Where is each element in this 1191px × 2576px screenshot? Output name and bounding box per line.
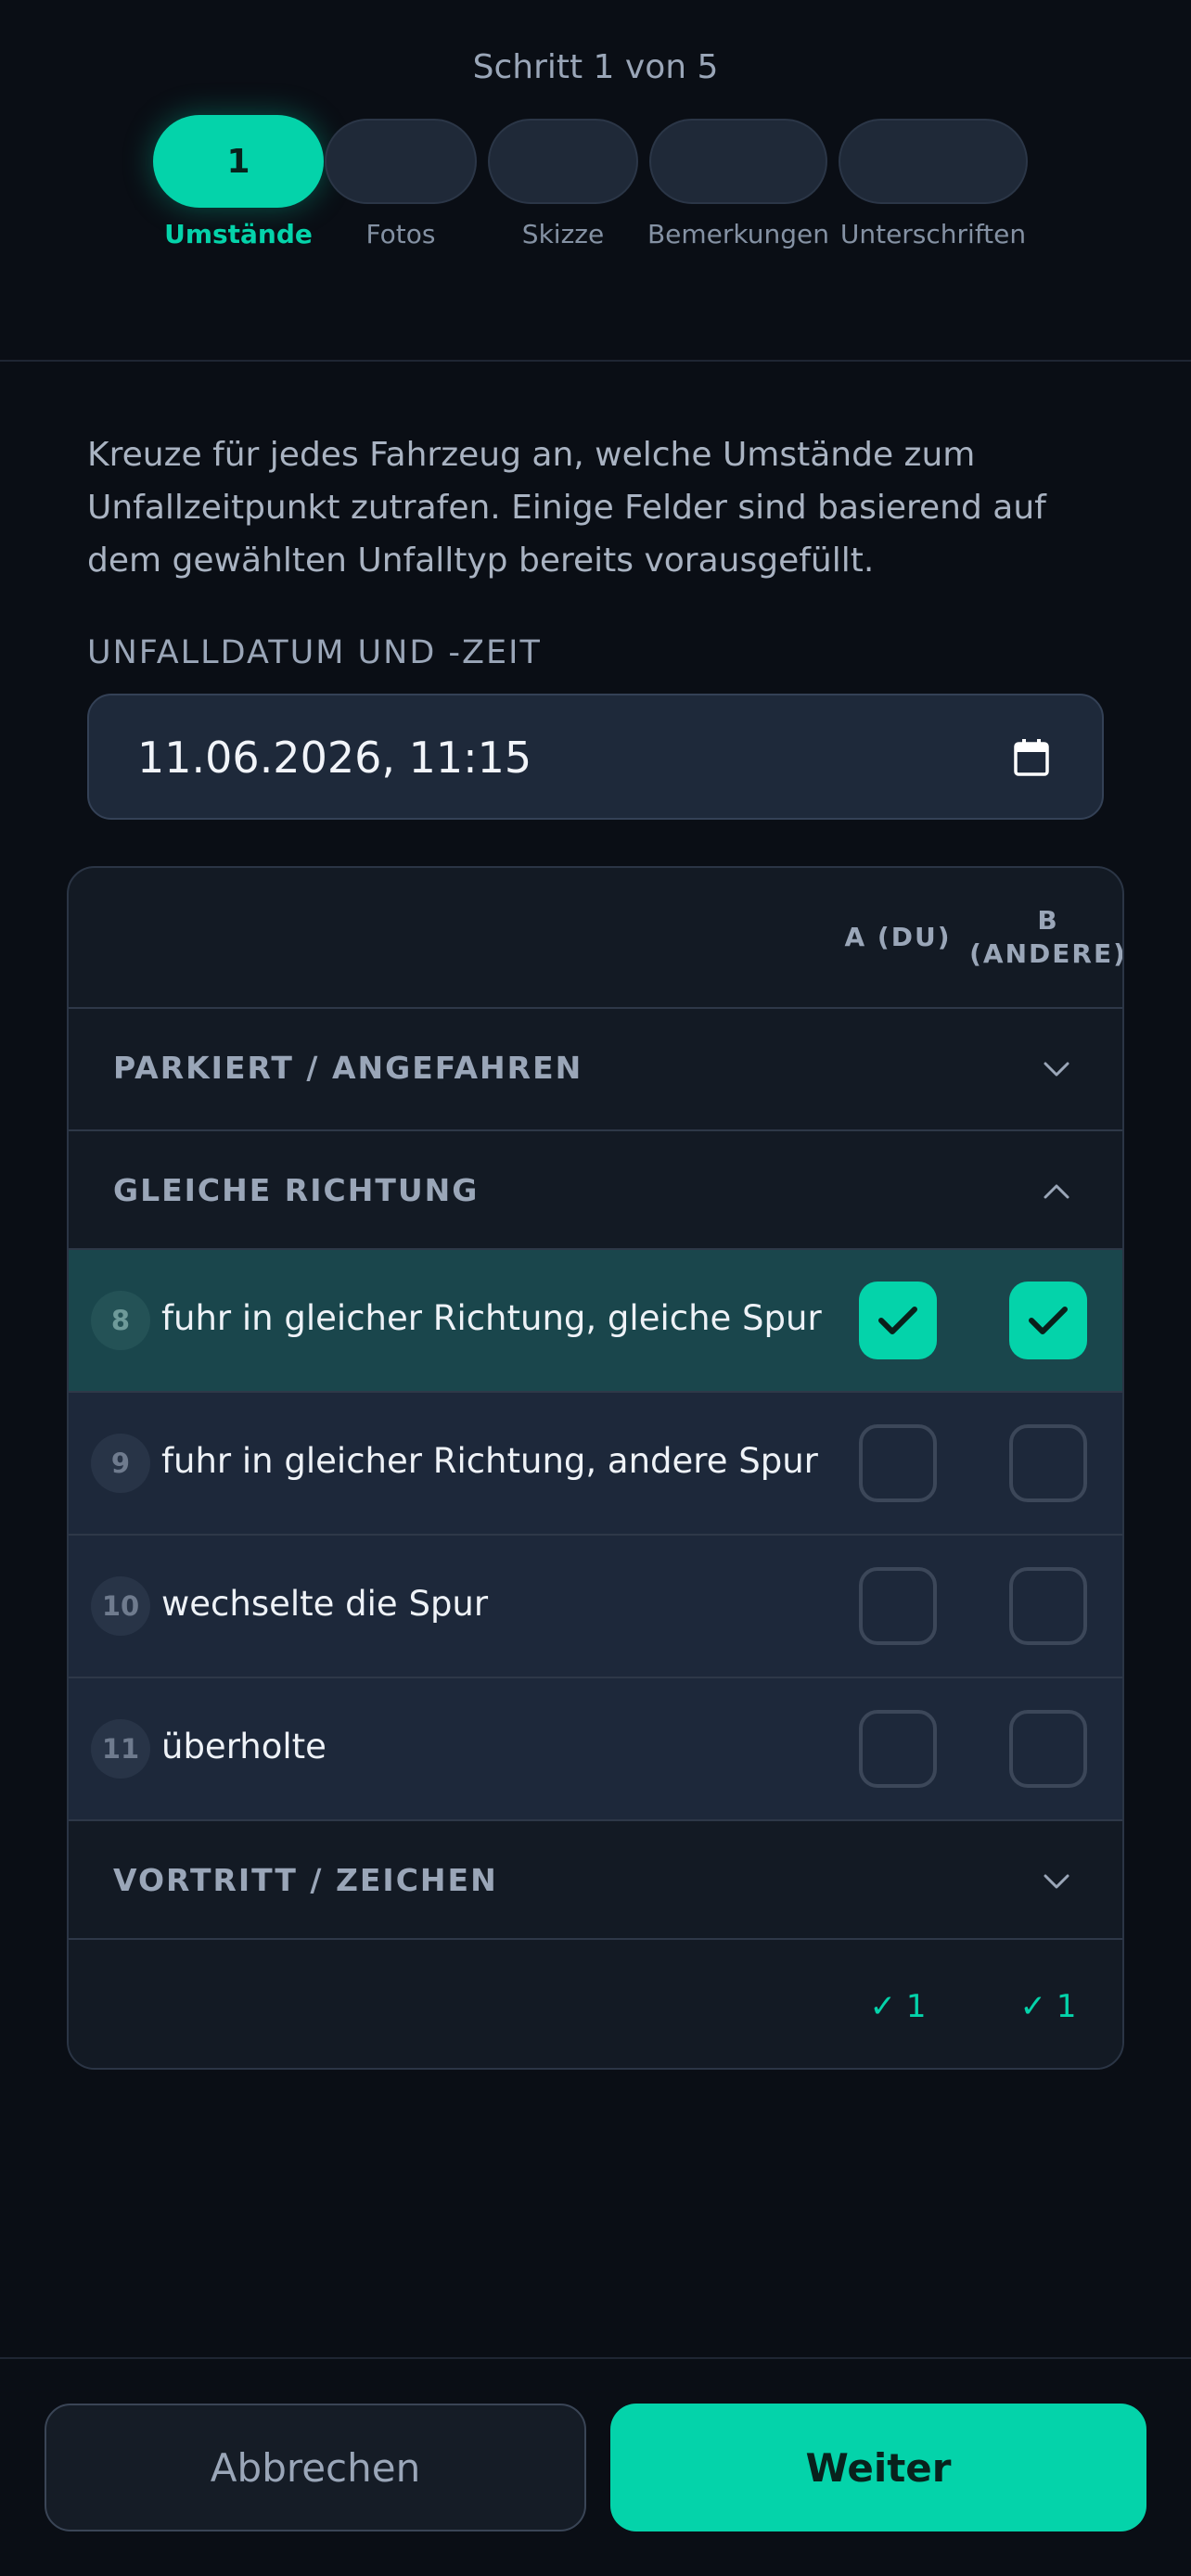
item-number: 8	[91, 1291, 150, 1350]
step-label: Unterschriften	[839, 219, 1027, 249]
section-parkiert[interactable]: PARKIERT / ANGEFAHREN	[69, 1009, 1122, 1129]
table-row[interactable]: 8 fuhr in gleicher Richtung, gleiche Spu…	[69, 1250, 1122, 1391]
footer-divider	[0, 2357, 1191, 2359]
checkbox-b[interactable]	[1009, 1710, 1087, 1788]
table-row[interactable]: 10 wechselte die Spur	[69, 1536, 1122, 1677]
step-pill[interactable]	[488, 119, 638, 204]
checkbox-b[interactable]	[1009, 1282, 1087, 1359]
cancel-button[interactable]: Abbrechen	[45, 2404, 586, 2531]
totals-row: ✓ 1 ✓ 1	[69, 1940, 1122, 2068]
item-label: fuhr in gleicher Richtung, andere Spur	[161, 1441, 818, 1481]
checkbox-a[interactable]	[859, 1424, 937, 1502]
table-row[interactable]: 9 fuhr in gleicher Richtung, andere Spur	[69, 1393, 1122, 1534]
checkbox-a[interactable]	[859, 1567, 937, 1645]
count-a: ✓ 1	[869, 1988, 927, 2025]
next-button[interactable]: Weiter	[610, 2404, 1146, 2531]
date-value: 11.06.2026, 11:15	[137, 733, 532, 783]
checkmark-icon	[878, 1307, 917, 1334]
count-b: ✓ 1	[1019, 1988, 1077, 2025]
checkmark-icon	[1029, 1307, 1068, 1334]
page: Schritt 1 von 5 1 Umstände Fotos Skizze …	[0, 0, 1191, 2576]
step-pill-active[interactable]: 1	[153, 115, 324, 208]
item-label: fuhr in gleicher Richtung, gleiche Spur	[161, 1298, 822, 1338]
section-title: PARKIERT / ANGEFAHREN	[113, 1050, 583, 1086]
checkbox-a[interactable]	[859, 1282, 937, 1359]
chevron-up-icon[interactable]	[1043, 1180, 1070, 1204]
calendar-icon[interactable]	[1013, 738, 1050, 777]
step-pill[interactable]	[649, 119, 827, 204]
date-label: UNFALLDATUM UND -ZEIT	[87, 634, 542, 671]
step-pill[interactable]	[839, 119, 1028, 204]
item-label: überholte	[161, 1727, 327, 1766]
circumstances-table: A (DU) B (ANDERE) PARKIERT / ANGEFAHREN …	[67, 866, 1124, 2070]
checkbox-b[interactable]	[1009, 1424, 1087, 1502]
chevron-down-icon[interactable]	[1043, 1869, 1070, 1894]
section-vortritt[interactable]: VORTRITT / ZEICHEN	[69, 1821, 1122, 1938]
step-pill[interactable]	[325, 119, 477, 204]
table-row[interactable]: 11 überholte	[69, 1678, 1122, 1819]
section-title: GLEICHE RICHTUNG	[113, 1172, 480, 1208]
column-header-a: A (DU)	[844, 922, 952, 952]
item-label: wechselte die Spur	[161, 1584, 489, 1624]
section-title: VORTRITT / ZEICHEN	[113, 1862, 498, 1898]
chevron-down-icon[interactable]	[1043, 1057, 1070, 1081]
intro-text: Kreuze für jedes Fahrzeug an, welche Ums…	[87, 436, 1046, 580]
checkbox-a[interactable]	[859, 1710, 937, 1788]
item-number: 11	[91, 1719, 150, 1779]
section-gleiche-richtung[interactable]: GLEICHE RICHTUNG	[69, 1131, 1122, 1252]
step-indicator-text: Schritt 1 von 5	[472, 48, 719, 86]
column-header-b: B (ANDERE)	[969, 905, 1124, 969]
item-number: 10	[91, 1576, 150, 1636]
header-divider	[0, 360, 1191, 362]
date-time-input[interactable]: 11.06.2026, 11:15	[87, 694, 1104, 820]
item-number: 9	[91, 1434, 150, 1493]
stepper: 1 Umstände Fotos Skizze Bemerkungen Unte…	[0, 115, 1191, 254]
checkbox-b[interactable]	[1009, 1567, 1087, 1645]
